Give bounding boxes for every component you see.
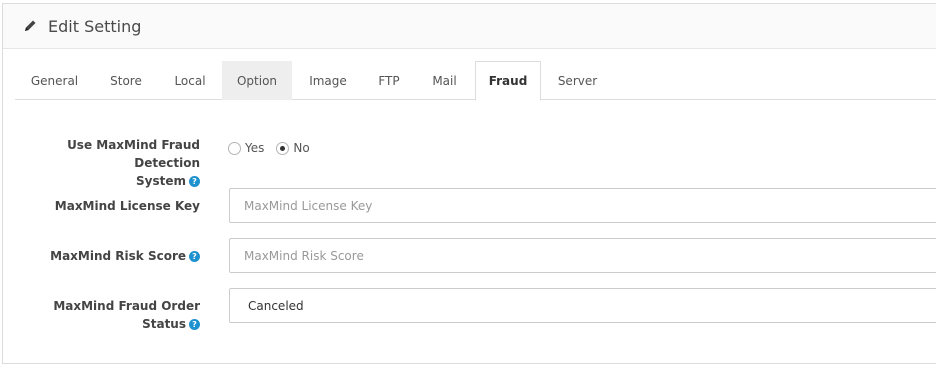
help-icon[interactable]: ? xyxy=(189,251,200,262)
no-radio-label[interactable]: No xyxy=(293,141,309,155)
tab-label: FTP xyxy=(378,73,400,88)
tab-local[interactable]: Local xyxy=(158,61,222,100)
risk-score-label: MaxMind Risk Score? xyxy=(50,247,200,265)
tab-label: Fraud xyxy=(488,74,528,88)
tab-label: Server xyxy=(557,73,598,88)
tab-label: Option xyxy=(236,73,278,88)
tab-image[interactable]: Image xyxy=(292,61,364,100)
tab-mail[interactable]: Mail xyxy=(414,61,475,100)
tab-label: Mail xyxy=(432,73,457,88)
tab-server[interactable]: Server xyxy=(541,61,614,100)
order-status-label: MaxMind Fraud Order Status? xyxy=(53,297,200,333)
license-key-input[interactable] xyxy=(229,188,936,223)
tab-label: Image xyxy=(309,73,347,88)
use-maxmind-label: Use MaxMind Fraud Detection System? xyxy=(0,136,200,190)
tab-label: Local xyxy=(174,73,206,88)
order-status-value: Canceled xyxy=(248,298,304,313)
tab-fraud[interactable]: Fraud xyxy=(475,61,541,101)
risk-score-input[interactable] xyxy=(229,238,936,273)
no-radio[interactable] xyxy=(276,141,290,155)
label-text: System xyxy=(136,174,186,188)
license-key-label: MaxMind License Key xyxy=(54,199,200,213)
help-icon[interactable]: ? xyxy=(189,176,200,187)
label-text: Use MaxMind Fraud Detection xyxy=(67,138,200,170)
tab-store[interactable]: Store xyxy=(94,61,158,100)
tab-ftp[interactable]: FTP xyxy=(364,61,414,100)
pencil-icon xyxy=(22,18,38,34)
use-maxmind-radio-group: Yes No xyxy=(228,141,322,155)
tab-label: Store xyxy=(110,73,142,88)
label-text: Status xyxy=(142,317,186,331)
panel-heading: Edit Setting xyxy=(3,4,936,49)
tab-option[interactable]: Option xyxy=(222,61,292,100)
tab-label: General xyxy=(30,73,79,88)
settings-tabs: General Store Local Option Image FTP Mai… xyxy=(15,61,936,101)
label-text: MaxMind Fraud Order xyxy=(53,299,200,313)
order-status-select[interactable]: Canceled xyxy=(229,288,936,323)
label-text: MaxMind Risk Score xyxy=(50,249,186,263)
yes-radio[interactable] xyxy=(228,141,241,155)
help-icon[interactable]: ? xyxy=(189,319,200,330)
page-title: Edit Setting xyxy=(48,16,142,36)
yes-radio-label[interactable]: Yes xyxy=(245,141,264,155)
tab-general[interactable]: General xyxy=(15,61,94,100)
